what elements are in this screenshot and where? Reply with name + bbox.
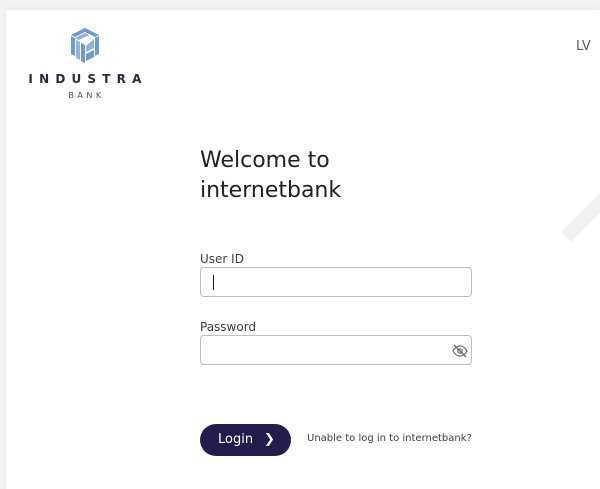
login-button-label: Login: [218, 432, 254, 447]
user-id-label: User ID: [200, 252, 244, 266]
industra-cube-logo-icon: [71, 28, 99, 63]
brand-logo: INDUSTRA BANK: [18, 26, 152, 100]
page-title: Welcome to internetbank: [200, 148, 342, 203]
eye-slash-icon[interactable]: [452, 343, 468, 358]
password-label: Password: [200, 320, 257, 334]
brand-subtitle: BANK: [68, 91, 105, 100]
login-help-link[interactable]: Unable to log in to internetbank?: [307, 433, 472, 444]
text-cursor: [213, 275, 214, 290]
language-switch[interactable]: LV: [576, 39, 591, 54]
user-id-input[interactable]: [200, 267, 472, 297]
brand-name: INDUSTRA: [28, 72, 148, 86]
password-input[interactable]: [200, 335, 472, 365]
login-button[interactable]: Login ❯: [200, 424, 291, 456]
chevron-right-icon: ❯: [264, 432, 275, 447]
